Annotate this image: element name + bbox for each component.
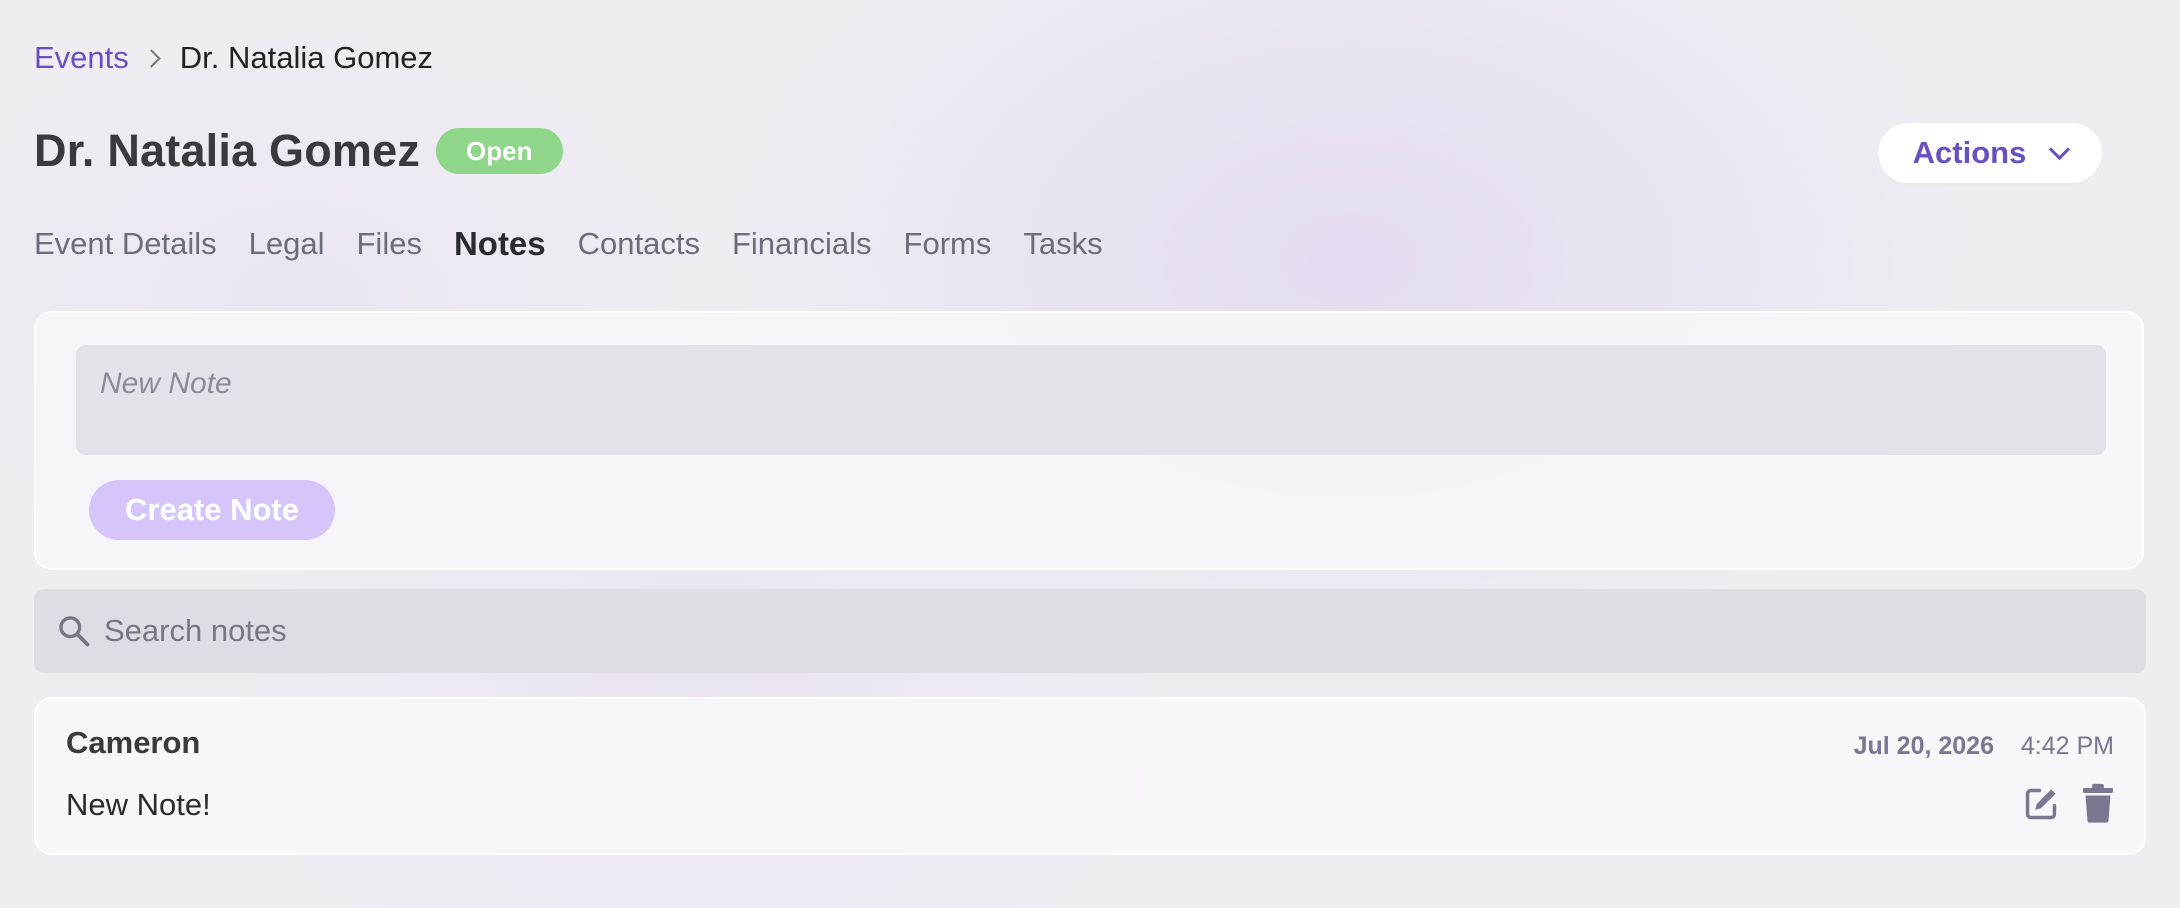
tab-contacts[interactable]: Contacts bbox=[578, 226, 700, 262]
actions-button[interactable]: Actions bbox=[1878, 123, 2102, 183]
title-row: Dr. Natalia Gomez Open bbox=[34, 125, 563, 177]
create-note-button[interactable]: Create Note bbox=[89, 480, 335, 540]
tab-notes[interactable]: Notes bbox=[454, 225, 546, 263]
tab-forms[interactable]: Forms bbox=[904, 226, 992, 262]
breadcrumb: Events Dr. Natalia Gomez bbox=[34, 38, 433, 78]
chevron-down-icon bbox=[2049, 138, 2071, 160]
edit-icon[interactable] bbox=[2022, 785, 2060, 823]
page-title: Dr. Natalia Gomez bbox=[34, 125, 421, 176]
chevron-right-icon bbox=[142, 48, 161, 68]
tab-bar: Event Details Legal Files Notes Contacts… bbox=[34, 225, 1135, 263]
note-item: Cameron New Note! Jul 20, 2026 4:42 PM bbox=[34, 697, 2146, 855]
status-badge: Open bbox=[436, 128, 563, 174]
breadcrumb-events-link[interactable]: Events bbox=[34, 38, 129, 78]
tab-legal[interactable]: Legal bbox=[249, 226, 325, 262]
search-bar bbox=[34, 589, 2146, 673]
tab-tasks[interactable]: Tasks bbox=[1023, 226, 1102, 262]
tab-files[interactable]: Files bbox=[357, 226, 422, 262]
note-date: Jul 20, 2026 bbox=[1853, 732, 1994, 760]
actions-label: Actions bbox=[1912, 135, 2027, 170]
breadcrumb-current: Dr. Natalia Gomez bbox=[179, 40, 434, 75]
note-time: 4:42 PM bbox=[2020, 732, 2114, 760]
search-notes-input[interactable] bbox=[104, 589, 2124, 673]
search-icon bbox=[59, 616, 90, 647]
tab-event-details[interactable]: Event Details bbox=[34, 226, 217, 262]
trash-icon[interactable] bbox=[2080, 783, 2116, 823]
new-note-card: Create Note bbox=[34, 311, 2144, 570]
new-note-input[interactable] bbox=[76, 345, 2106, 455]
note-author: Cameron bbox=[66, 725, 201, 760]
note-body: New Note! bbox=[66, 787, 211, 822]
tab-financials[interactable]: Financials bbox=[732, 226, 872, 262]
